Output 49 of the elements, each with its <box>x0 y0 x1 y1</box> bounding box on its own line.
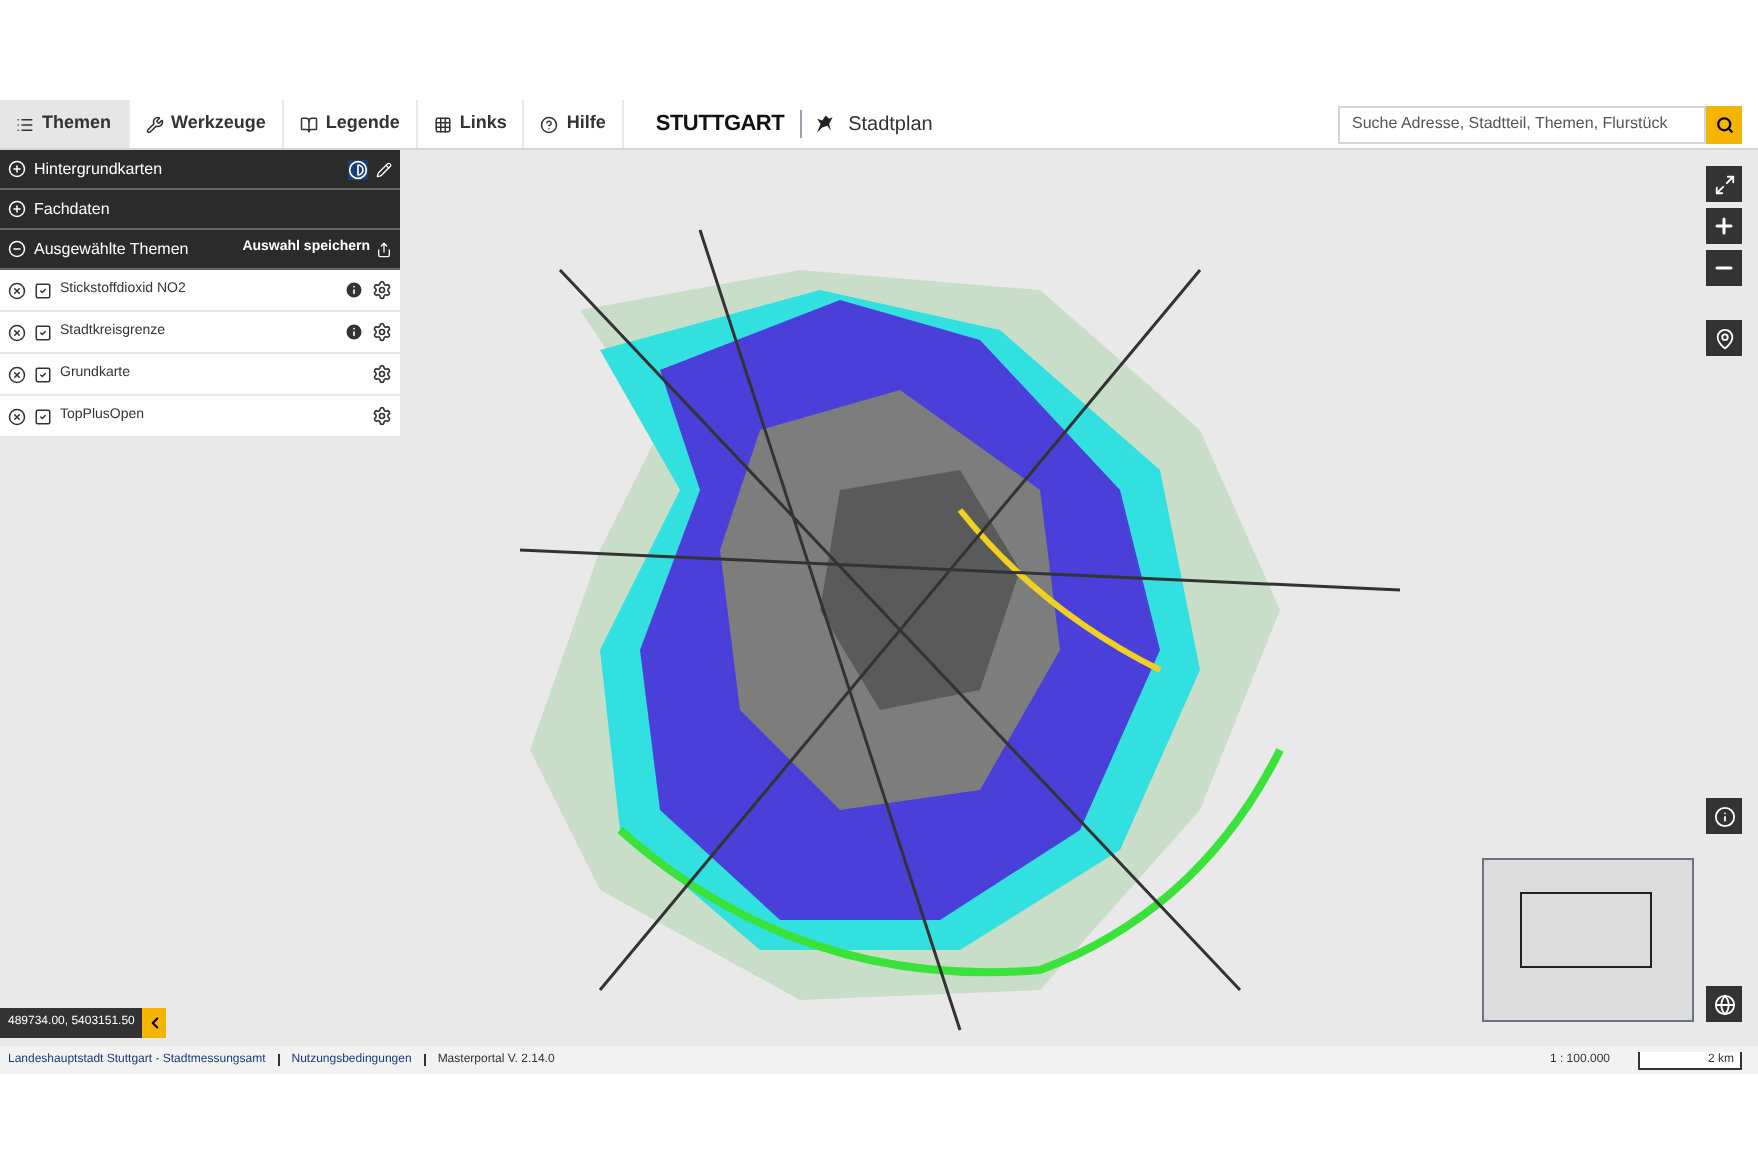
zoom-in-button[interactable] <box>1706 208 1742 244</box>
location-button[interactable] <box>1706 320 1742 356</box>
collapse-button[interactable] <box>142 1008 167 1038</box>
section-title: Hintergrundkarten <box>34 157 165 181</box>
checkbox[interactable] <box>34 365 52 383</box>
overview-map[interactable] <box>1482 858 1694 1022</box>
zoom-out-button[interactable] <box>1706 250 1742 286</box>
help-icon <box>540 115 559 133</box>
section-title: Ausgewählte Themen <box>34 237 191 261</box>
grid-icon <box>433 115 452 133</box>
globe-icon <box>1713 993 1735 1015</box>
viewport-frame <box>1520 892 1652 968</box>
panel-section-header[interactable]: Hintergrundkarten <box>0 150 400 190</box>
pencil-icon[interactable] <box>376 161 392 177</box>
settings-icon[interactable] <box>372 364 392 384</box>
checkbox[interactable] <box>34 323 52 341</box>
remove-icon[interactable] <box>8 323 26 341</box>
settings-icon[interactable] <box>372 322 392 342</box>
checkbox[interactable] <box>34 407 52 425</box>
info-icon[interactable] <box>344 322 364 342</box>
book-icon <box>299 115 318 133</box>
search-icon <box>1715 115 1733 133</box>
list-icon <box>16 115 34 133</box>
fullscreen-button[interactable] <box>1706 166 1742 202</box>
wrench-icon <box>145 115 164 133</box>
settings-icon[interactable] <box>372 406 392 426</box>
share-icon <box>376 241 392 257</box>
city-logo: STUTTGART <box>655 109 785 140</box>
plus-icon <box>1712 214 1736 238</box>
checkbox[interactable] <box>34 281 52 299</box>
separator-icon <box>423 1054 426 1066</box>
remove-icon[interactable] <box>8 407 26 425</box>
remove-icon[interactable] <box>8 281 26 299</box>
globe-button[interactable] <box>1706 986 1742 1022</box>
panel-section-header[interactable]: Fachdaten <box>0 190 400 230</box>
search-button[interactable] <box>1706 105 1742 143</box>
remove-icon[interactable] <box>8 365 26 383</box>
app-title: Stadtplan <box>848 111 933 139</box>
info-button[interactable] <box>1706 798 1742 834</box>
search-field[interactable]: Suche Adresse, Stadtteil, Themen, Flurstück <box>1338 105 1706 143</box>
section-title: Fachdaten <box>34 197 112 221</box>
settings-icon[interactable] <box>372 280 392 300</box>
fullscreen-icon <box>1713 173 1735 195</box>
map-pin-icon <box>1713 327 1735 349</box>
info-icon <box>1713 805 1735 827</box>
toolbar-tab[interactable]: Themen <box>0 100 130 148</box>
contrast-icon[interactable] <box>348 159 368 179</box>
separator-icon <box>277 1054 280 1066</box>
info-icon[interactable] <box>344 280 364 300</box>
